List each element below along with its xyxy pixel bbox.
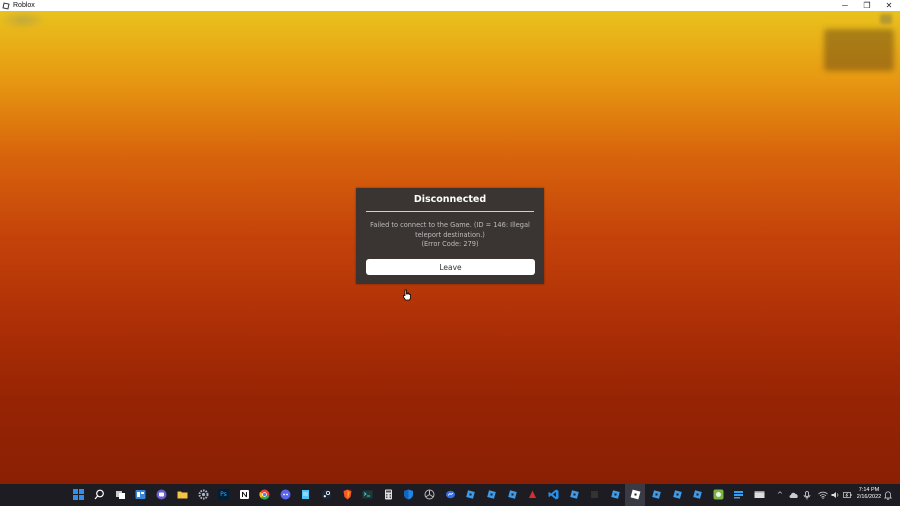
search-icon[interactable] bbox=[94, 489, 105, 500]
clock-date: 2/16/2022 bbox=[856, 494, 882, 500]
disconnected-dialog: Disconnected Failed to connect to the Ga… bbox=[356, 188, 544, 284]
notion-icon[interactable] bbox=[239, 489, 250, 500]
photoshop-icon[interactable]: Ps bbox=[218, 489, 229, 500]
roblox-studio-icon[interactable] bbox=[672, 489, 683, 500]
discord-icon[interactable] bbox=[280, 489, 291, 500]
system-tray: ^ bbox=[777, 484, 852, 506]
hand-cursor-icon bbox=[403, 289, 411, 301]
defender-shield-icon[interactable] bbox=[403, 489, 414, 500]
roblox-studio-icon[interactable] bbox=[507, 489, 518, 500]
unity-icon[interactable] bbox=[424, 489, 435, 500]
chrome-icon[interactable] bbox=[259, 489, 270, 500]
roblox-player-icon[interactable] bbox=[630, 489, 641, 500]
roblox-studio-icon[interactable] bbox=[465, 489, 476, 500]
error-code-text: (Error Code: 279) bbox=[421, 240, 479, 248]
window-controls: ─ ❐ ✕ bbox=[834, 0, 900, 11]
window-title-bar: Roblox ─ ❐ ✕ bbox=[0, 0, 900, 11]
widgets-icon[interactable] bbox=[135, 489, 146, 500]
dialog-title: Disconnected bbox=[413, 194, 487, 205]
notification-bell-icon[interactable] bbox=[884, 491, 892, 500]
blurred-leaderboard bbox=[824, 29, 894, 71]
windows-start-icon[interactable] bbox=[73, 489, 84, 500]
clock-time: 7:14 PM bbox=[858, 487, 880, 493]
onedrive-cloud-icon[interactable] bbox=[789, 491, 799, 499]
close-button[interactable]: ✕ bbox=[878, 0, 900, 11]
dialog-message: Failed to connect to the Game. (ID = 146… bbox=[366, 221, 534, 250]
settings-gear-icon[interactable] bbox=[198, 489, 209, 500]
steam-icon[interactable] bbox=[321, 489, 332, 500]
maximize-button[interactable]: ❐ bbox=[856, 0, 878, 11]
app-icon-blue-stripes[interactable] bbox=[733, 489, 744, 500]
app-icon-dark[interactable] bbox=[589, 489, 600, 500]
window-title: Roblox bbox=[13, 2, 35, 9]
minimize-button[interactable]: ─ bbox=[834, 0, 856, 11]
roblox-studio-icon[interactable] bbox=[610, 489, 621, 500]
roblox-studio-icon[interactable] bbox=[569, 489, 580, 500]
app-icon-red[interactable] bbox=[527, 489, 538, 500]
dialog-divider bbox=[366, 211, 534, 212]
task-view-icon[interactable] bbox=[115, 489, 126, 500]
calculator-icon[interactable] bbox=[383, 489, 394, 500]
terminal-icon[interactable] bbox=[362, 489, 373, 500]
app-icon-window[interactable] bbox=[754, 489, 765, 500]
notepad-icon[interactable] bbox=[300, 489, 311, 500]
roblox-studio-icon[interactable] bbox=[486, 489, 497, 500]
android-studio-icon[interactable] bbox=[713, 489, 724, 500]
microphone-icon[interactable] bbox=[803, 490, 811, 500]
dialog-message-line: Failed to connect to the Game. (ID = 146… bbox=[370, 221, 530, 229]
roblox-studio-icon[interactable] bbox=[651, 489, 662, 500]
file-explorer-icon[interactable] bbox=[177, 489, 188, 500]
roblox-logo-icon bbox=[2, 1, 10, 10]
roblox-studio-icon[interactable] bbox=[692, 489, 703, 500]
vscode-icon[interactable] bbox=[548, 489, 559, 500]
dialog-message-line: teleport destination.) bbox=[415, 230, 485, 239]
blurred-menu-icon bbox=[0, 11, 46, 29]
brave-browser-icon[interactable] bbox=[342, 489, 353, 500]
teams-chat-icon[interactable] bbox=[156, 489, 167, 500]
taskbar: Ps ^ 7:14 PM 2/16/2022 bbox=[0, 484, 900, 506]
wifi-icon[interactable] bbox=[818, 491, 828, 499]
leave-button[interactable]: Leave bbox=[366, 259, 535, 275]
messenger-icon[interactable] bbox=[445, 489, 456, 500]
taskbar-clock[interactable]: 7:14 PM 2/16/2022 bbox=[850, 487, 888, 501]
tray-overflow-chevron-icon[interactable]: ^ bbox=[777, 491, 783, 499]
volume-icon[interactable] bbox=[831, 491, 840, 499]
blurred-chat-icon bbox=[880, 14, 892, 24]
